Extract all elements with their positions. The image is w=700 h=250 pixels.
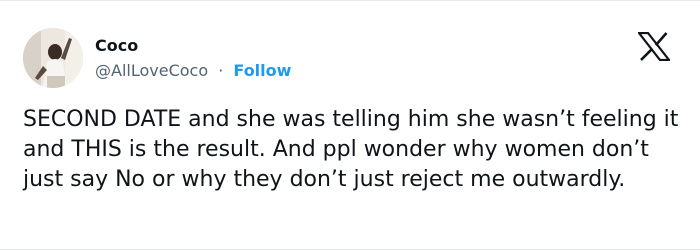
avatar[interactable] [23, 28, 83, 88]
tweet-text: SECOND DATE and she was telling him she … [23, 107, 679, 192]
x-logo-icon[interactable] [636, 31, 672, 62]
tweet-card: Coco @AllLoveCoco · Follow SECOND DATE a… [0, 0, 700, 250]
x-logo-graphic [636, 31, 672, 62]
handle-line: @AllLoveCoco · Follow [95, 61, 291, 80]
avatar-photo [23, 28, 83, 88]
follow-link[interactable]: Follow [233, 61, 291, 80]
author-handle[interactable]: @AllLoveCoco [95, 61, 208, 80]
separator-dot: · [218, 61, 224, 80]
author-name[interactable]: Coco [95, 36, 138, 55]
